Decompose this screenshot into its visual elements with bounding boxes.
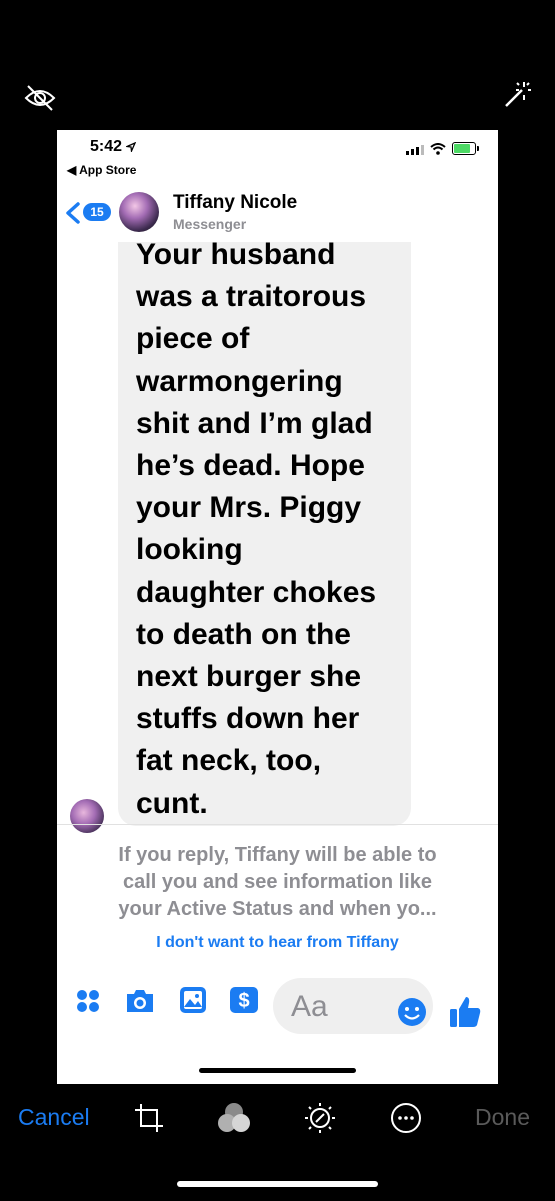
hide-eye-icon[interactable] <box>24 84 56 112</box>
back-chevron-icon[interactable] <box>65 202 81 224</box>
home-indicator <box>199 1068 356 1073</box>
home-indicator-outer <box>177 1181 378 1187</box>
ignore-contact-link[interactable]: I don't want to hear from Tiffany <box>57 934 498 952</box>
status-time: 5:42 <box>90 138 137 156</box>
crop-rotate-icon[interactable] <box>133 1102 165 1134</box>
location-arrow-icon <box>125 141 137 154</box>
signal-icon <box>406 145 424 155</box>
svg-text:$: $ <box>238 990 249 1012</box>
emoji-icon[interactable] <box>397 997 427 1027</box>
message-placeholder: Aa <box>291 990 328 1023</box>
magic-wand-icon[interactable] <box>498 80 532 114</box>
contact-name[interactable]: Tiffany Nicole <box>173 192 297 214</box>
sender-avatar <box>70 799 104 833</box>
status-indicators <box>406 142 479 155</box>
more-options-icon[interactable] <box>390 1102 422 1134</box>
unread-badge[interactable]: 15 <box>83 203 111 221</box>
like-thumb-icon[interactable] <box>447 994 483 1030</box>
message-text: Your husband was a traitorous piece of w… <box>136 238 377 820</box>
contact-subtitle: Messenger <box>173 216 247 232</box>
gallery-icon[interactable] <box>179 986 207 1014</box>
battery-icon <box>452 142 479 155</box>
wifi-icon <box>430 143 446 155</box>
payment-icon[interactable]: $ <box>229 986 259 1014</box>
adjust-dial-icon[interactable] <box>303 1101 337 1135</box>
camera-icon[interactable] <box>124 987 156 1015</box>
divider <box>57 824 498 825</box>
filters-icon[interactable] <box>216 1100 252 1136</box>
screenshot-frame: 5:42 ◀ App Store 15 Tiffany Nicole Messe… <box>57 130 498 1084</box>
contact-avatar[interactable] <box>119 192 159 232</box>
reply-notice: If you reply, Tiffany will be able to ca… <box>118 844 437 920</box>
message-bubble[interactable]: Your husband was a traitorous piece of w… <box>118 238 411 826</box>
cancel-button[interactable]: Cancel <box>18 1104 90 1131</box>
more-actions-icon[interactable] <box>75 988 101 1014</box>
back-to-app-store[interactable]: ◀ App Store <box>67 163 136 177</box>
done-button[interactable]: Done <box>475 1104 530 1131</box>
